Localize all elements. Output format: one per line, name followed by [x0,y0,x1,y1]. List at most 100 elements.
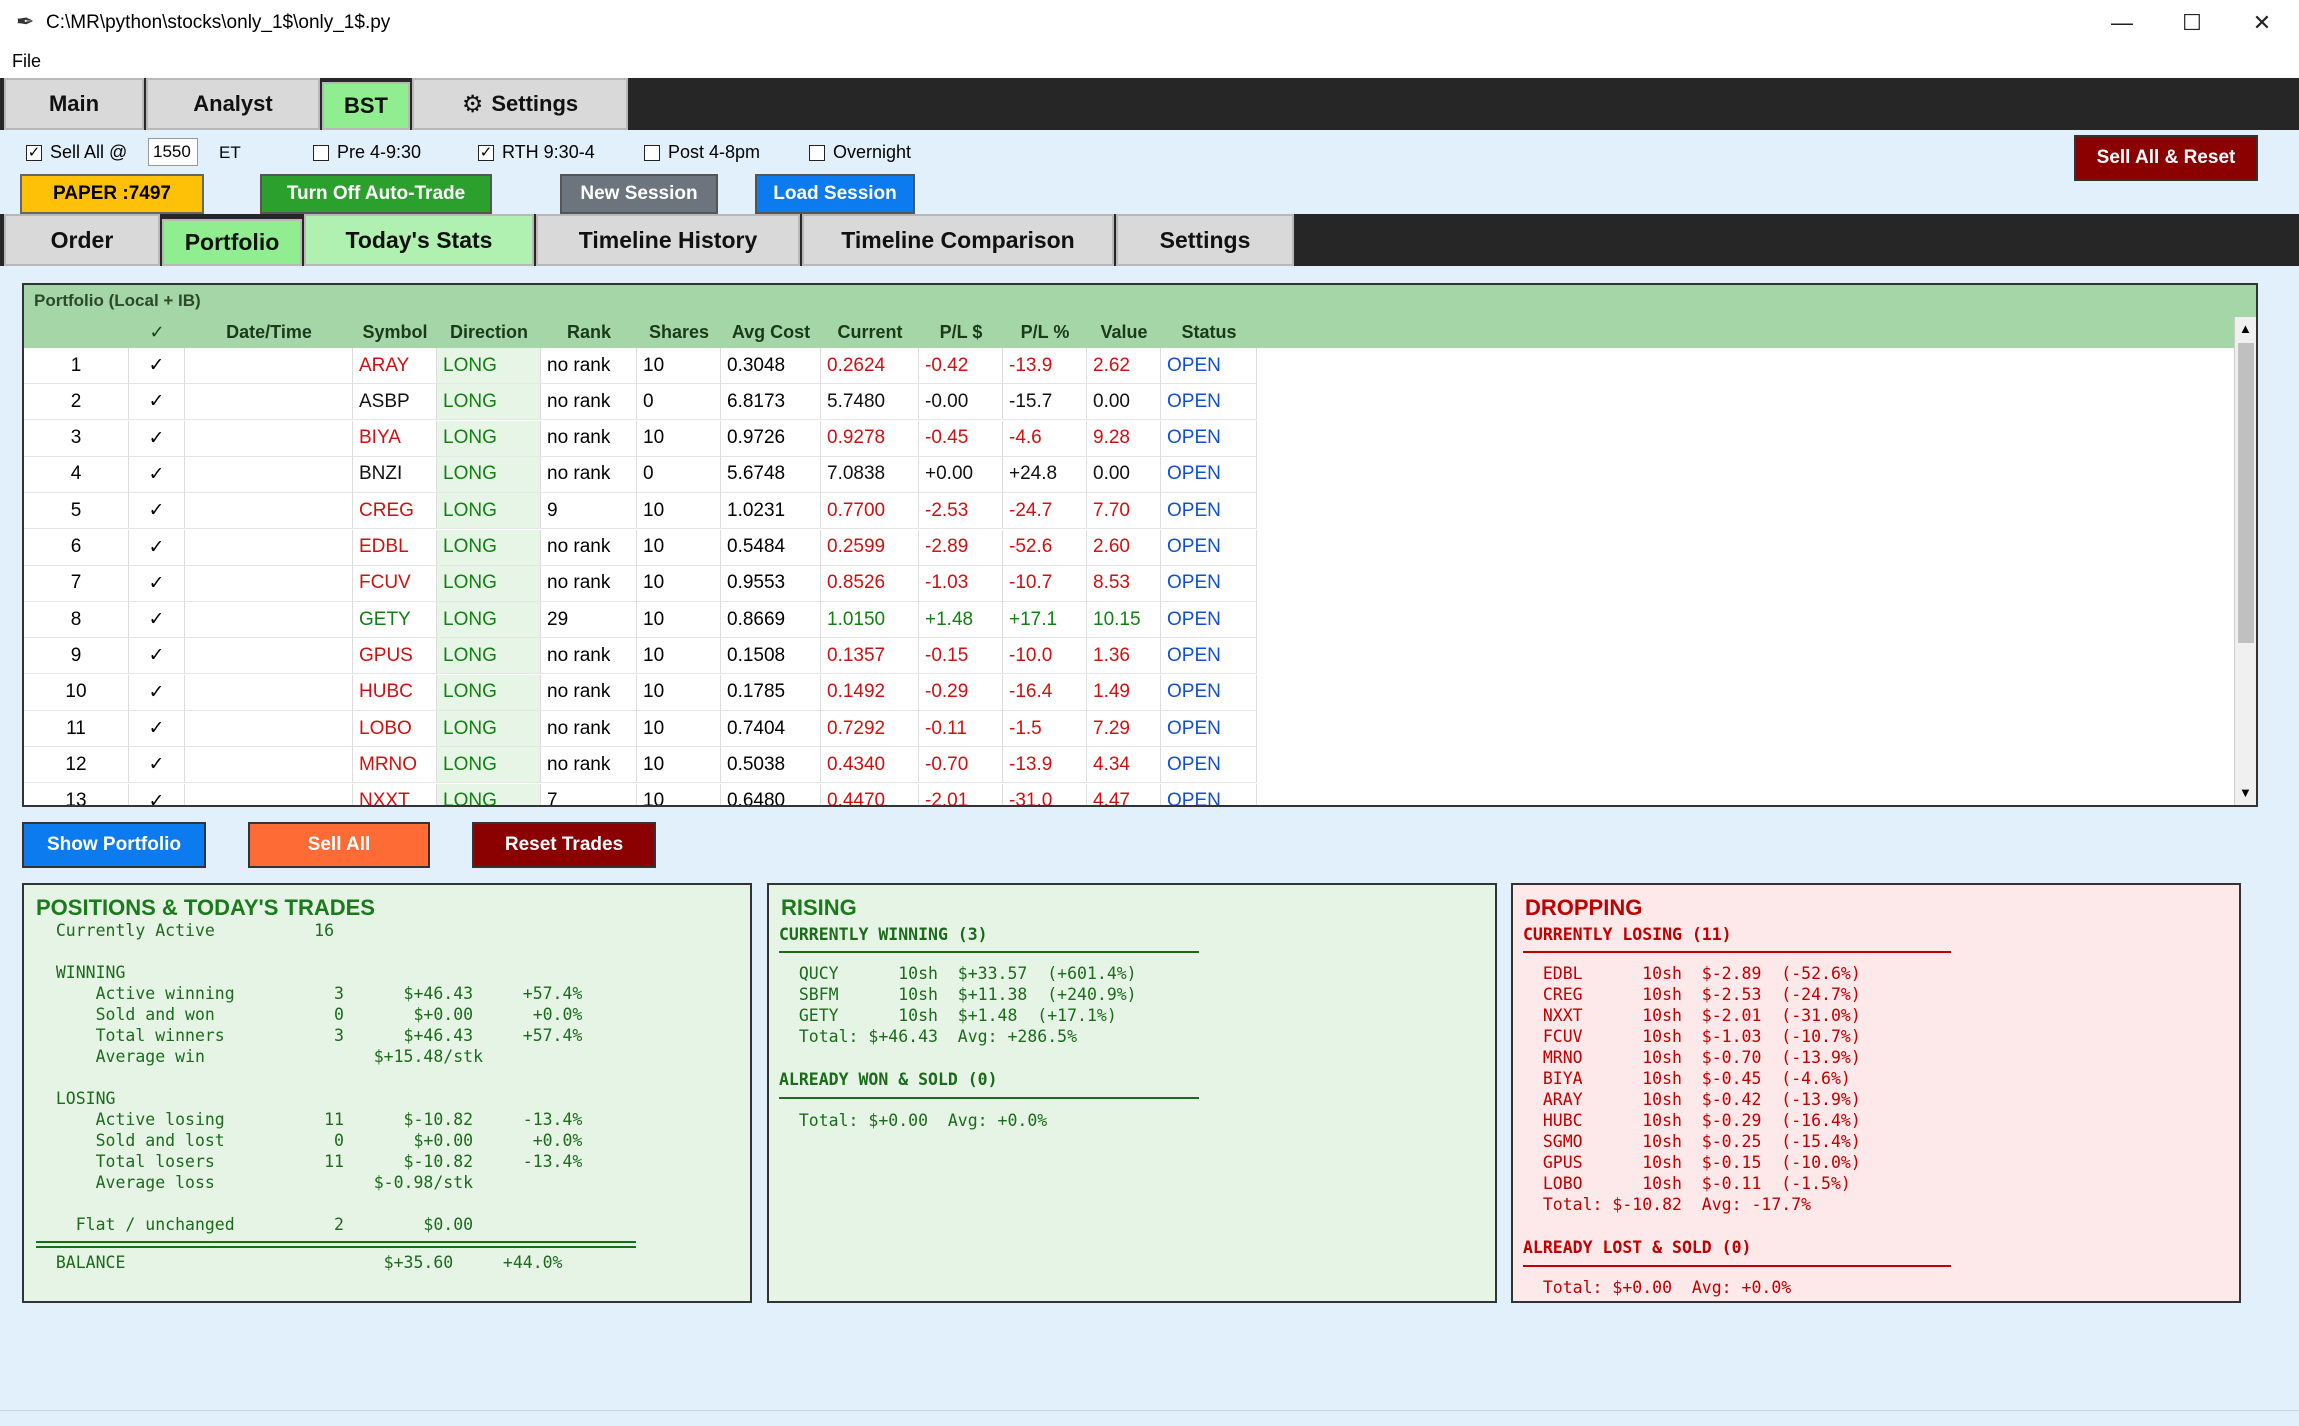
table-row[interactable]: 11 ✓ LOBO LONG no rank 10 0.7404 0.7292 -0.11 -1.… [24,711,1257,747]
dropping-title: DROPPING [1525,895,1643,920]
tab-timeline-comparison[interactable]: Timeline Comparison [802,214,1114,266]
close-button[interactable]: ✕ [2228,0,2296,46]
tab-timeline-history[interactable]: Timeline History [536,214,800,266]
cell-symbol: GETY [353,602,437,639]
sell-all-button[interactable]: Sell All [248,822,430,868]
cell-row-number: 2 [24,384,129,421]
table-row[interactable]: 12 ✓ MRNO LONG no rank 10 0.5038 0.4340 -0.70 -13… [24,747,1257,784]
cell-direction: LONG [437,638,541,675]
tab-bst[interactable]: BST [322,82,410,130]
cell-value: 7.70 [1087,493,1161,530]
cell-check: ✓ [129,674,185,711]
cell-pl-dollar: +0.00 [919,456,1003,493]
cell-status: OPEN [1161,493,1257,530]
dropping-panel: DROPPING CURRENTLY LOSING (11) EDBL 10sh… [1511,883,2241,1303]
cell-pl-percent: +24.8 [1003,456,1087,493]
menu-bar: File [0,46,2299,78]
column-header-pl-percent[interactable]: P/L % [1003,317,1087,348]
scroll-down-icon[interactable]: ▼ [2239,785,2252,800]
cell-date-time [185,348,353,384]
column-header-direction[interactable]: Direction [437,317,541,348]
table-row[interactable]: 13 ✓ NXXT LONG 7 10 0.6480 0.4470 -2.01 -31.0 4.47… [24,783,1257,805]
cell-rank: 9 [541,493,637,530]
table-row[interactable]: 9 ✓ GPUS LONG no rank 10 0.1508 0.1357 -0.15 -10.… [24,638,1257,675]
column-header-pl-dollar[interactable]: P/L $ [919,317,1003,348]
cell-avg-cost: 0.7404 [721,711,821,747]
currently-winning-header: CURRENTLY WINNING (3) [779,925,988,944]
table-row[interactable]: 8 ✓ GETY LONG 29 10 0.8669 1.0150 +1.48 +17.1 10.1… [24,602,1257,639]
cell-current: 0.9278 [821,420,919,457]
tab-order[interactable]: Order [4,214,160,266]
divider [779,951,1199,953]
load-session-button[interactable]: Load Session [755,174,915,214]
sell-all-label: Sell All @ [50,142,128,162]
new-session-button[interactable]: New Session [560,174,718,214]
lost-sold-header: ALREADY LOST & SOLD (0) [1523,1238,1752,1257]
sell-all-checkbox[interactable]: ✓ Sell All @ [26,142,127,163]
cell-pl-percent: -31.0 [1003,783,1087,805]
column-header-check[interactable]: ✓ [129,317,185,348]
cell-shares: 10 [637,493,721,530]
rth-checkbox[interactable]: ✓ RTH 9:30-4 [478,142,595,163]
cell-row-number: 4 [24,456,129,493]
column-header-status[interactable]: Status [1161,317,1257,348]
column-header-rank[interactable]: Rank [541,317,637,348]
cell-status: OPEN [1161,420,1257,457]
maximize-button[interactable]: ☐ [2158,0,2226,46]
table-row[interactable]: 4 ✓ BNZI LONG no rank 0 5.6748 7.0838 +0.00 +24.8… [24,456,1257,493]
overnight-checkbox[interactable]: Overnight [809,142,911,163]
pre-checkbox[interactable]: Pre 4-9:30 [313,142,421,163]
sell-time-input[interactable]: 1550 [148,138,198,166]
table-header: ✓ Date/Time Symbol Direction Rank Shares Avg C… [24,317,2234,348]
tab-main[interactable]: Main [4,78,144,130]
table-row[interactable]: 6 ✓ EDBL LONG no rank 10 0.5484 0.2599 -2.89 -52.… [24,529,1257,566]
divider [36,1246,636,1248]
cell-direction: LONG [437,493,541,530]
balance-line: BALANCE $+35.60 +44.0% [36,1253,563,1272]
column-header-row-number[interactable] [24,317,129,348]
cell-pl-dollar: +1.48 [919,602,1003,639]
column-header-value[interactable]: Value [1087,317,1161,348]
tab-todays-stats[interactable]: Today's Stats [304,214,534,266]
column-header-current[interactable]: Current [821,317,919,348]
table-row[interactable]: 1 ✓ ARAY LONG no rank 10 0.3048 0.2624 -0.42 -13.… [24,348,1257,384]
reset-trades-button[interactable]: Reset Trades [472,822,656,868]
cell-value: 10.15 [1087,602,1161,639]
column-header-symbol[interactable]: Symbol [353,317,437,348]
table-row[interactable]: 7 ✓ FCUV LONG no rank 10 0.9553 0.8526 -1.03 -10.… [24,565,1257,602]
cell-check: ✓ [129,711,185,747]
cell-shares: 0 [637,456,721,493]
cell-rank: no rank [541,638,637,675]
cell-avg-cost: 5.6748 [721,456,821,493]
cell-symbol: ASBP [353,384,437,421]
post-checkbox[interactable]: Post 4-8pm [644,142,760,163]
scroll-up-icon[interactable]: ▲ [2239,321,2252,336]
show-portfolio-button[interactable]: Show Portfolio [22,822,206,868]
column-header-avg-cost[interactable]: Avg Cost [721,317,821,348]
minimize-button[interactable]: — [2088,0,2156,46]
cell-rank: no rank [541,674,637,711]
losing-list: EDBL 10sh $-2.89 (-52.6%) CREG 10sh $-2.… [1542,964,1861,1214]
rth-label: RTH 9:30-4 [502,142,595,162]
column-header-shares[interactable]: Shares [637,317,721,348]
menu-file[interactable]: File [12,51,41,72]
vertical-scrollbar[interactable]: ▲ ▼ [2234,317,2256,805]
positions-title: POSITIONS & TODAY'S TRADES [36,895,375,920]
auto-trade-button[interactable]: Turn Off Auto-Trade [260,174,492,214]
cell-avg-cost: 0.5484 [721,529,821,566]
cell-current: 7.0838 [821,456,919,493]
tab-settings-main[interactable]: ⚙ Settings [412,78,628,130]
table-row[interactable]: 5 ✓ CREG LONG 9 10 1.0231 0.7700 -2.53 -24.7 7.70 O… [24,493,1257,530]
table-row[interactable]: 3 ✓ BIYA LONG no rank 10 0.9726 0.9278 -0.45 -4.6… [24,420,1257,457]
cell-rank: no rank [541,711,637,747]
table-row[interactable]: 2 ✓ ASBP LONG no rank 0 6.8173 5.7480 -0.00 -15.7… [24,384,1257,421]
table-row[interactable]: 10 ✓ HUBC LONG no rank 10 0.1785 0.1492 -0.29 -16… [24,674,1257,711]
column-header-date-time[interactable]: Date/Time [185,317,353,348]
tab-portfolio[interactable]: Portfolio [162,219,302,266]
sell-all-reset-button[interactable]: Sell All & Reset [2074,135,2258,181]
tab-settings-sub[interactable]: Settings [1116,214,1294,266]
scroll-thumb[interactable] [2238,343,2254,643]
cell-shares: 10 [637,638,721,675]
paper-account-badge[interactable]: PAPER :7497 [20,174,204,214]
tab-analyst[interactable]: Analyst [146,78,320,130]
